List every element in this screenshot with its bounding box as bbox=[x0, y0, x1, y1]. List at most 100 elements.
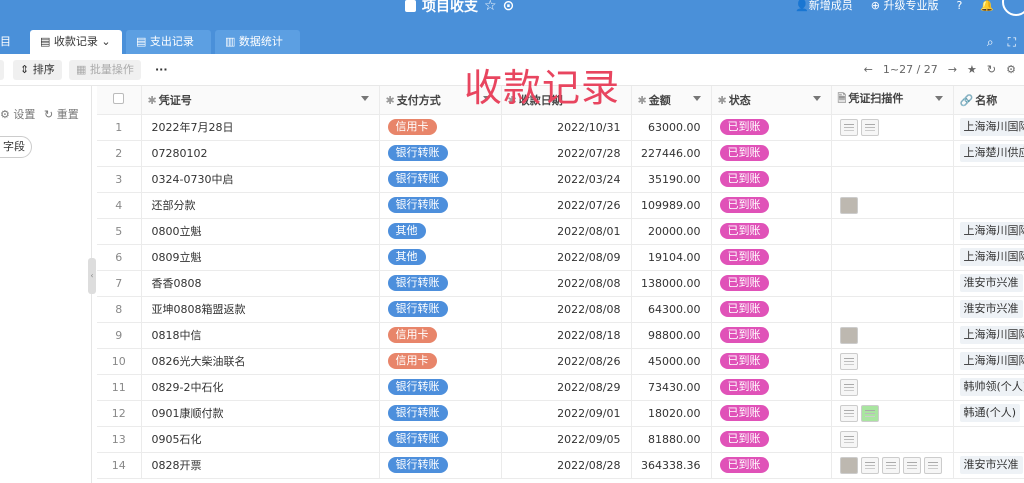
name-cell[interactable]: 上海海川国际 bbox=[953, 114, 1024, 141]
method-cell[interactable]: 银行转账 bbox=[379, 140, 502, 167]
field-button[interactable]: 字段 bbox=[0, 136, 32, 158]
name-cell[interactable]: 淮安市兴准 bbox=[953, 296, 1024, 323]
date-cell[interactable]: 2022/09/05 bbox=[501, 426, 632, 453]
scan-thumbnail[interactable] bbox=[860, 404, 879, 422]
sort-button[interactable]: ⇕ 排序 bbox=[13, 60, 62, 80]
status-cell[interactable]: 已到账 bbox=[711, 192, 832, 219]
voucher-cell[interactable]: 0826光大柴油联名 bbox=[141, 348, 380, 375]
date-cell[interactable]: 2022/08/08 bbox=[501, 296, 632, 323]
scans-cell[interactable] bbox=[831, 374, 954, 401]
method-cell[interactable]: 信用卡 bbox=[379, 114, 502, 141]
name-cell[interactable]: 上海楚川供应 bbox=[953, 140, 1024, 167]
table-row[interactable]: 2 07280102 银行转账 2022/07/28 227446.00 已到账 上海楚川供… bbox=[97, 140, 1024, 167]
scan-thumbnail[interactable] bbox=[923, 456, 942, 474]
amount-cell[interactable]: 35190.00 bbox=[631, 166, 712, 193]
scan-thumbnail[interactable] bbox=[902, 456, 921, 474]
scan-thumbnail[interactable] bbox=[839, 404, 858, 422]
col-name[interactable]: 🔗 名称 bbox=[953, 86, 1024, 115]
scans-cell[interactable] bbox=[831, 218, 954, 245]
amount-cell[interactable]: 18020.00 bbox=[631, 400, 712, 427]
amount-cell[interactable]: 19104.00 bbox=[631, 244, 712, 271]
amount-cell[interactable]: 98800.00 bbox=[631, 322, 712, 349]
scans-cell[interactable] bbox=[831, 400, 954, 427]
settings-icon[interactable]: ⚙ bbox=[1006, 54, 1016, 86]
help-icon[interactable]: ? bbox=[956, 0, 962, 12]
scans-cell[interactable] bbox=[831, 452, 954, 479]
method-cell[interactable]: 银行转账 bbox=[379, 374, 502, 401]
voucher-cell[interactable]: 亚坤0808箱盟返款 bbox=[141, 296, 380, 323]
table-row[interactable]: 10 0826光大柴油联名 信用卡 2022/08/26 45000.00 已到账 上海海川… bbox=[97, 348, 1024, 375]
status-cell[interactable]: 已到账 bbox=[711, 452, 832, 479]
caret-down-icon[interactable] bbox=[692, 96, 701, 101]
voucher-cell[interactable]: 还部分款 bbox=[141, 192, 380, 219]
status-cell[interactable]: 已到账 bbox=[711, 270, 832, 297]
name-cell[interactable]: 上海海川国际 bbox=[953, 218, 1024, 245]
scan-thumbnail[interactable] bbox=[839, 118, 858, 136]
name-cell[interactable]: 上海海川国际 bbox=[953, 322, 1024, 349]
scans-cell[interactable] bbox=[831, 114, 954, 141]
caret-down-icon[interactable] bbox=[934, 96, 943, 101]
scans-cell[interactable] bbox=[831, 322, 954, 349]
method-cell[interactable]: 银行转账 bbox=[379, 452, 502, 479]
col-scans[interactable]: 🗎 凭证扫描件 bbox=[831, 86, 954, 115]
status-cell[interactable]: 已到账 bbox=[711, 166, 832, 193]
voucher-cell[interactable]: 0809立魁 bbox=[141, 244, 380, 271]
tab-statistics[interactable]: ▥ 数据统计 bbox=[215, 30, 300, 54]
name-cell[interactable]: 韩通(个人) bbox=[953, 400, 1024, 427]
tab-partial[interactable]: 目 bbox=[0, 30, 20, 54]
table-row[interactable]: 3 0324-0730中启 银行转账 2022/03/24 35190.00 已到账 bbox=[97, 166, 1024, 193]
voucher-cell[interactable]: 0829-2中石化 bbox=[141, 374, 380, 401]
status-cell[interactable]: 已到账 bbox=[711, 244, 832, 271]
status-cell[interactable]: 已到账 bbox=[711, 322, 832, 349]
info-icon[interactable]: ⊙ bbox=[503, 0, 515, 14]
col-status[interactable]: ✱ 状态 bbox=[711, 86, 832, 115]
scan-thumbnail[interactable] bbox=[860, 456, 879, 474]
caret-down-icon[interactable] bbox=[360, 96, 369, 101]
amount-cell[interactable]: 73430.00 bbox=[631, 374, 712, 401]
star-icon[interactable]: ☆ bbox=[484, 0, 497, 14]
voucher-cell[interactable]: 0901康顺付款 bbox=[141, 400, 380, 427]
upgrade-button[interactable]: ⊕ 升级专业版 bbox=[871, 0, 939, 13]
method-cell[interactable]: 信用卡 bbox=[379, 322, 502, 349]
amount-cell[interactable]: 45000.00 bbox=[631, 348, 712, 375]
name-cell[interactable] bbox=[953, 426, 1024, 453]
voucher-cell[interactable]: 0905石化 bbox=[141, 426, 380, 453]
amount-cell[interactable]: 227446.00 bbox=[631, 140, 712, 167]
status-cell[interactable]: 已到账 bbox=[711, 114, 832, 141]
scans-cell[interactable] bbox=[831, 192, 954, 219]
method-cell[interactable]: 信用卡 bbox=[379, 348, 502, 375]
voucher-cell[interactable]: 0818中信 bbox=[141, 322, 380, 349]
date-cell[interactable]: 2022/08/28 bbox=[501, 452, 632, 479]
header-select-all[interactable] bbox=[97, 86, 142, 115]
amount-cell[interactable]: 20000.00 bbox=[631, 218, 712, 245]
scans-cell[interactable] bbox=[831, 244, 954, 271]
scans-cell[interactable] bbox=[831, 296, 954, 323]
settings-button[interactable]: ⚙ 设置 bbox=[0, 106, 35, 122]
table-row[interactable]: 4 还部分款 银行转账 2022/07/26 109989.00 已到账 bbox=[97, 192, 1024, 219]
date-cell[interactable]: 2022/07/26 bbox=[501, 192, 632, 219]
batch-button[interactable]: ▦ 批量操作 bbox=[69, 60, 141, 80]
amount-cell[interactable]: 81880.00 bbox=[631, 426, 712, 453]
scans-cell[interactable] bbox=[831, 348, 954, 375]
table-row[interactable]: 9 0818中信 信用卡 2022/08/18 98800.00 已到账 上海海川国际 bbox=[97, 322, 1024, 349]
fullscreen-icon[interactable]: ⛶ bbox=[1008, 30, 1016, 54]
col-method[interactable]: ✱ 支付方式 bbox=[379, 86, 502, 115]
name-cell[interactable] bbox=[953, 192, 1024, 219]
date-cell[interactable]: 2022/08/18 bbox=[501, 322, 632, 349]
scan-thumbnail[interactable] bbox=[839, 326, 858, 344]
name-cell[interactable]: 淮安市兴准 bbox=[953, 270, 1024, 297]
next-page-icon[interactable]: → bbox=[948, 54, 957, 86]
table-row[interactable]: 5 0800立魁 其他 2022/08/01 20000.00 已到账 上海海川国际 bbox=[97, 218, 1024, 245]
refresh-icon[interactable]: ↻ bbox=[987, 54, 996, 86]
scan-thumbnail[interactable] bbox=[839, 196, 858, 214]
status-cell[interactable]: 已到账 bbox=[711, 296, 832, 323]
scan-thumbnail[interactable] bbox=[860, 118, 879, 136]
method-cell[interactable]: 其他 bbox=[379, 244, 502, 271]
scans-cell[interactable] bbox=[831, 166, 954, 193]
chevron-down-icon[interactable]: ⌄ bbox=[98, 35, 110, 48]
prev-page-icon[interactable]: ← bbox=[864, 54, 873, 86]
voucher-cell[interactable]: 0828开票 bbox=[141, 452, 380, 479]
avatar[interactable] bbox=[1002, 0, 1024, 16]
method-cell[interactable]: 银行转账 bbox=[379, 400, 502, 427]
date-cell[interactable]: 2022/08/01 bbox=[501, 218, 632, 245]
